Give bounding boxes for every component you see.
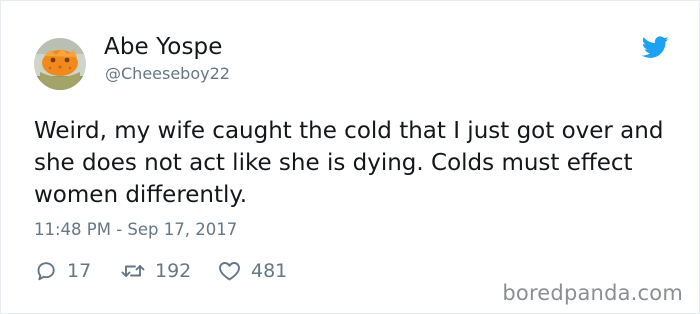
retweet-count: 192	[155, 260, 192, 282]
reply-count: 17	[67, 260, 92, 282]
reply-button[interactable]: 17	[34, 257, 91, 285]
watermark: boredpanda.com	[502, 281, 683, 305]
like-button[interactable]: 481	[217, 257, 287, 285]
twitter-bird-icon[interactable]	[641, 36, 669, 59]
retweet-button[interactable]: 192	[120, 257, 191, 285]
avatar[interactable]	[34, 38, 86, 90]
reply-icon	[34, 259, 58, 283]
tweet-timestamp[interactable]: 11:48 PM - Sep 17, 2017	[34, 220, 237, 239]
like-count: 481	[251, 260, 288, 282]
tweet-card: Abe Yospe @Cheeseboy22 Weird, my wife ca…	[0, 0, 700, 314]
tweet-text: Weird, my wife caught the cold that I ju…	[34, 118, 664, 208]
display-name[interactable]: Abe Yospe	[104, 34, 223, 60]
user-handle[interactable]: @Cheeseboy22	[105, 64, 230, 83]
heart-icon	[217, 259, 242, 283]
avatar-image	[34, 38, 86, 90]
retweet-icon	[120, 259, 146, 283]
